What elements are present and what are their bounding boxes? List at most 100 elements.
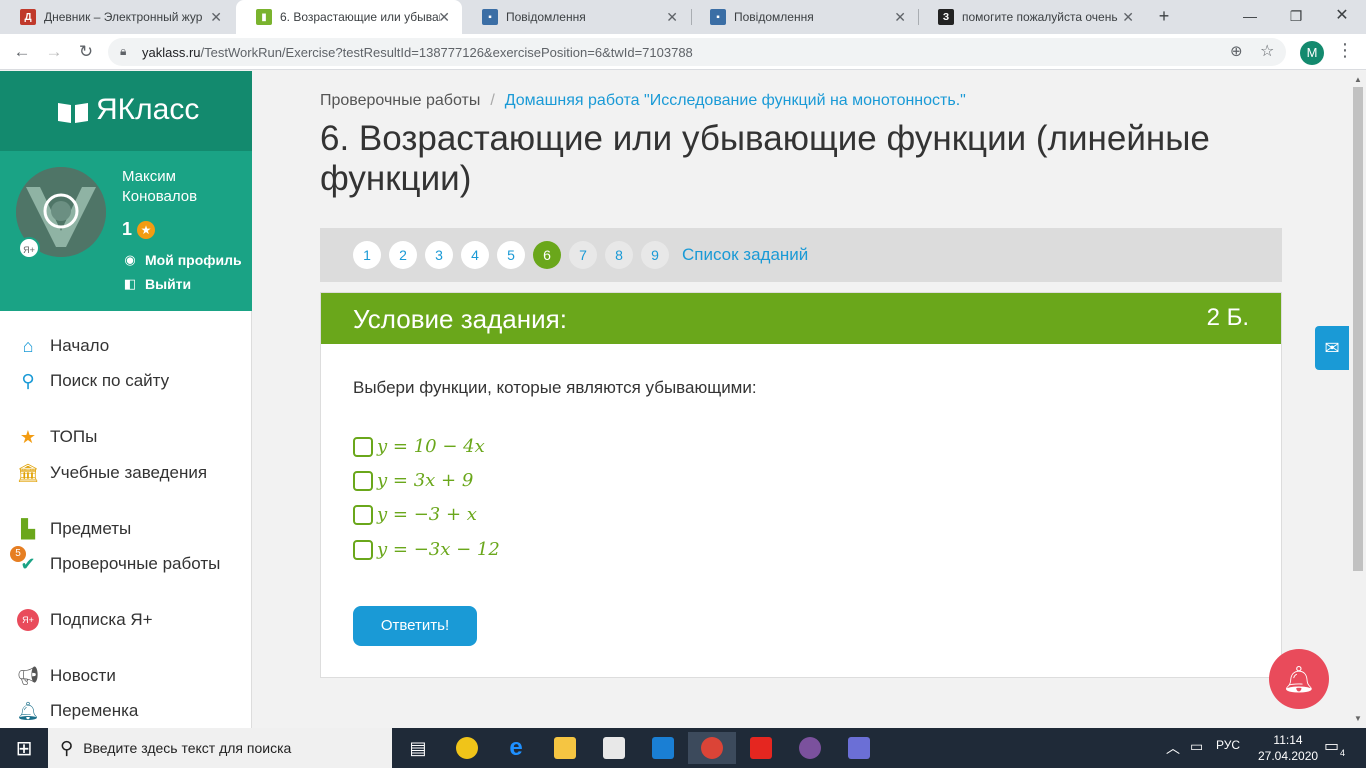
tests-count-badge: 5 <box>10 546 26 562</box>
breadcrumb-separator: / <box>490 92 495 109</box>
menu-icon[interactable]: ⋮ <box>1336 40 1354 61</box>
reload-icon[interactable]: ↻ <box>74 40 98 64</box>
page-title: 6. Возрастающие или убывающие функции (л… <box>320 119 1210 198</box>
sidebar-item-tops[interactable]: ★ ТОПы <box>16 425 97 449</box>
answer-formula: y = 10 − 4x <box>377 436 485 457</box>
task-number-button[interactable]: 1 <box>353 241 381 269</box>
answer-option[interactable]: y = 10 − 4x <box>353 436 485 457</box>
sidebar-item-search[interactable]: ⚲ Поиск по сайту <box>16 369 169 393</box>
close-window-icon[interactable]: ✕ <box>1322 4 1362 28</box>
sidebar-item-home[interactable]: ⌂ Начало <box>16 334 110 358</box>
sidebar-item-label: Подписка Я+ <box>50 610 153 629</box>
mail-icon[interactable]: ✉ <box>1315 326 1349 370</box>
close-tab-icon[interactable]: ✕ <box>666 9 678 26</box>
task-number-button[interactable]: 5 <box>497 241 525 269</box>
close-tab-icon[interactable]: ✕ <box>438 9 450 26</box>
sidebar-item-label: ТОПы <box>50 427 98 446</box>
breadcrumb-root[interactable]: Проверочные работы <box>320 92 480 109</box>
network-icon[interactable]: ▭ <box>1190 738 1203 755</box>
task-number-button-current[interactable]: 6 <box>533 241 561 269</box>
bookmark-star-icon[interactable]: ☆ <box>1260 41 1274 61</box>
back-icon[interactable]: ← <box>10 40 34 64</box>
sidebar-item-subscription[interactable]: Я+ Подписка Я+ <box>16 608 153 632</box>
close-tab-icon[interactable]: ✕ <box>210 9 222 26</box>
profile-avatar[interactable]: M <box>1300 41 1324 65</box>
sidebar-item-label: Учебные заведения <box>50 463 208 482</box>
browser-tab[interactable]: З помогите пожалуйста очень ✕ <box>918 0 1146 34</box>
forward-icon[interactable]: → <box>42 40 66 64</box>
message-icon: ▪ <box>710 9 726 25</box>
sidebar-item-news[interactable]: 📢︎ Новости <box>16 664 116 688</box>
my-profile-link[interactable]: ◉ Мой профиль <box>122 252 241 268</box>
clock[interactable]: 11:14 27.04.2020 <box>1258 732 1318 764</box>
chrome-icon[interactable] <box>688 732 736 764</box>
answer-checkbox[interactable] <box>353 539 373 560</box>
answer-checkbox[interactable] <box>353 504 373 525</box>
points-value: 1 <box>122 219 133 239</box>
sidebar-item-break[interactable]: 🔔︎ Переменка <box>16 699 139 723</box>
edge-icon[interactable]: e <box>492 732 540 764</box>
task-number-button[interactable]: 8 <box>605 241 633 269</box>
url-text: yaklass.ru/TestWorkRun/Exercise?testResu… <box>142 45 693 60</box>
task-header-title: Условие задания: <box>353 304 567 334</box>
tray-chevron-icon[interactable]: ︿ <box>1166 738 1180 758</box>
scroll-up-icon[interactable]: ▲ <box>1354 75 1362 84</box>
profile-area: Я+ Максим Коновалов 1 ★ ◉ Мой профиль ◧ … <box>0 151 252 311</box>
windows-start-icon[interactable]: ⊞ <box>0 732 48 764</box>
mail-app-icon[interactable] <box>639 732 687 764</box>
logo[interactable]: ЯКласс <box>56 93 199 127</box>
answer-option[interactable]: y = −3x − 12 <box>353 539 500 560</box>
address-bar[interactable]: 🔒︎ yaklass.ru/TestWorkRun/Exercise?testR… <box>108 38 1286 66</box>
browser-tab[interactable]: ▪ Повідомлення ✕ <box>690 0 918 34</box>
close-tab-icon[interactable]: ✕ <box>894 9 906 26</box>
user-name[interactable]: Максим Коновалов <box>122 167 242 207</box>
answer-formula: y = −3 + x <box>377 504 477 525</box>
breadcrumb-current[interactable]: Домашняя работа "Исследование функций на… <box>505 92 966 109</box>
scroll-down-icon[interactable]: ▼ <box>1354 714 1362 723</box>
explorer-icon[interactable] <box>541 732 589 764</box>
answer-option[interactable]: y = 3x + 9 <box>353 470 473 491</box>
logout-icon: ◧ <box>123 276 137 291</box>
viber-icon[interactable] <box>786 732 834 764</box>
minimize-icon[interactable]: — <box>1230 4 1270 28</box>
book-logo-icon <box>56 98 90 123</box>
notifications-icon[interactable]: ▭ <box>1324 736 1339 756</box>
sidebar-item-subjects[interactable]: ▙ Предметы <box>16 517 131 541</box>
answer-formula: y = 3x + 9 <box>377 470 474 491</box>
answer-checkbox[interactable] <box>353 470 373 491</box>
new-tab-icon[interactable]: + <box>1144 4 1184 28</box>
logout-link[interactable]: ◧ Выйти <box>122 276 191 292</box>
taskbar-search[interactable]: ⚲ Введите здесь текст для поиска <box>48 728 392 768</box>
yandex-browser-icon[interactable] <box>443 732 491 764</box>
browser-tab[interactable]: Д Дневник – Электронный жур ✕ <box>0 0 234 34</box>
sidebar-item-schools[interactable]: 🏛︎ Учебные заведения <box>16 461 208 485</box>
close-tab-icon[interactable]: ✕ <box>1122 9 1134 26</box>
notification-bell-button[interactable]: 🔔︎ <box>1269 649 1329 709</box>
add-icon[interactable]: ⊕ <box>1230 42 1243 60</box>
url-host: yaklass.ru <box>142 45 201 60</box>
task-card: Условие задания: 2 Б. Выбери функции, ко… <box>320 292 1282 678</box>
answer-option[interactable]: y = −3 + x <box>353 504 477 525</box>
restore-icon[interactable]: ❐ <box>1276 4 1316 28</box>
language-indicator[interactable]: РУС <box>1216 738 1240 752</box>
page-scrollbar[interactable]: ▲ ▼ <box>1350 71 1366 728</box>
yandex-icon[interactable] <box>737 732 785 764</box>
task-number-button[interactable]: 2 <box>389 241 417 269</box>
answer-checkbox[interactable] <box>353 436 373 457</box>
task-number-button[interactable]: 7 <box>569 241 597 269</box>
task-list-link[interactable]: Список заданий <box>682 245 808 265</box>
browser-tab[interactable]: ▪ Повідомлення ✕ <box>462 0 690 34</box>
sidebar-item-label: Предметы <box>50 519 132 538</box>
game-app-icon[interactable] <box>835 732 883 764</box>
task-number-button[interactable]: 4 <box>461 241 489 269</box>
task-number-button[interactable]: 3 <box>425 241 453 269</box>
scrollbar-thumb[interactable] <box>1353 87 1363 571</box>
submit-answer-button[interactable]: Ответить! <box>353 606 477 646</box>
task-number-button[interactable]: 9 <box>641 241 669 269</box>
tab-title: Повідомлення <box>734 10 814 24</box>
browser-tab-active[interactable]: ▮ 6. Возрастающие или убываю ✕ <box>236 0 462 34</box>
sidebar-item-tests[interactable]: ✔ 5 Проверочные работы <box>10 546 220 576</box>
store-icon[interactable] <box>590 732 638 764</box>
task-view-icon[interactable]: ▤ <box>394 732 442 764</box>
task-question: Выбери функции, которые являются убывающ… <box>353 378 757 397</box>
